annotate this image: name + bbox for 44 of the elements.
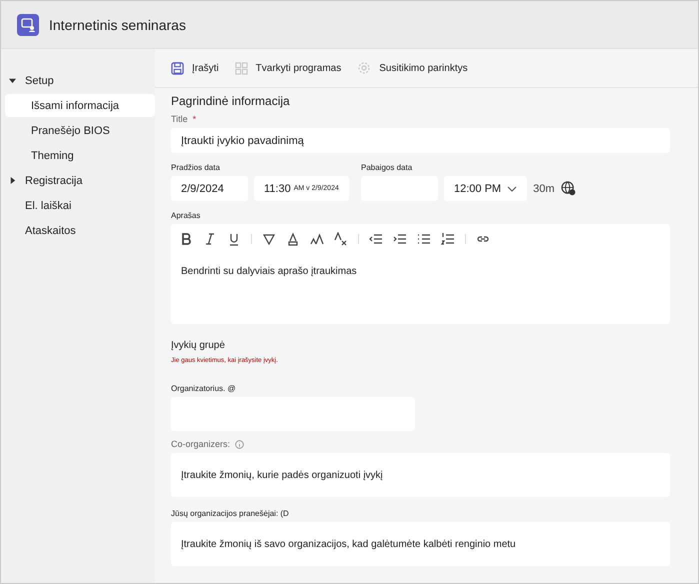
caret-icon — [9, 77, 16, 84]
field-label: Co-organizers: — [171, 439, 230, 449]
outdent-icon[interactable] — [369, 232, 383, 246]
app-logo-icon — [17, 14, 39, 36]
info-icon — [235, 440, 244, 448]
group-title: Įvykių grupė — [171, 340, 226, 351]
description-text: Bendrinti su dalyviais aprašo įtraukimas — [180, 265, 358, 279]
field-label: Jūsų organizacijos pranešėjai: (D — [171, 509, 290, 518]
duration-text: 30m — [533, 182, 554, 194]
field-label: Aprašas — [171, 211, 202, 220]
settings-icon — [357, 61, 372, 75]
field-label: Organizatorius. @ — [171, 384, 237, 393]
italic-icon[interactable] — [203, 232, 217, 246]
save-icon — [171, 62, 184, 74]
sidebar-item[interactable]: Pranešėjo BIOS — [5, 119, 155, 142]
globe-icon — [560, 181, 576, 196]
chevron-icon — [507, 186, 518, 192]
app-title: Internetinis seminaras — [49, 16, 186, 32]
required-mark: * — [192, 114, 196, 124]
sidebar-item[interactable]: Ataskaitos — [5, 219, 155, 242]
field-label: Pradžios data — [171, 163, 221, 172]
co-organizers-field[interactable]: Įtraukite žmonių, kurie padės organizuoti įvykį — [171, 453, 670, 497]
sidebar-item[interactable]: Išsami informacija — [5, 94, 155, 117]
bold-icon[interactable] — [179, 232, 193, 246]
section-title: Pagrindinė informacija — [171, 94, 291, 108]
title-field[interactable]: Įtraukti įvykio pavadinimą — [171, 128, 670, 153]
toolbar-button[interactable]: Įrašyti — [165, 58, 225, 78]
bullets-icon[interactable] — [417, 232, 431, 246]
sidebar-item[interactable]: Setup — [5, 69, 155, 92]
field-label: Pabaigos data — [361, 163, 414, 172]
end-time-field[interactable]: 12:00 PM — [444, 176, 528, 201]
sidebar-item[interactable]: El. laiškai — [5, 194, 155, 217]
presenters-field[interactable]: Įtraukite žmonių iš savo organizacijos, kad galėtumėte kalbėti renginio metu — [171, 522, 670, 566]
sidebar-item[interactable]: Theming — [5, 144, 155, 167]
indent-icon[interactable] — [393, 232, 407, 246]
caret-icon — [9, 177, 16, 184]
numbers-icon[interactable] — [441, 232, 455, 246]
start-date-field[interactable]: 2/9/2024 — [171, 176, 248, 201]
sidebar-item[interactable]: Registracija — [5, 169, 155, 192]
field-label: Title — [171, 114, 188, 124]
fontcolor-icon[interactable] — [286, 232, 300, 246]
apps-icon — [234, 62, 248, 74]
description-editor[interactable]: Bendrinti su dalyviais aprašo įtraukimas — [171, 224, 670, 324]
underline-icon[interactable] — [227, 232, 241, 246]
